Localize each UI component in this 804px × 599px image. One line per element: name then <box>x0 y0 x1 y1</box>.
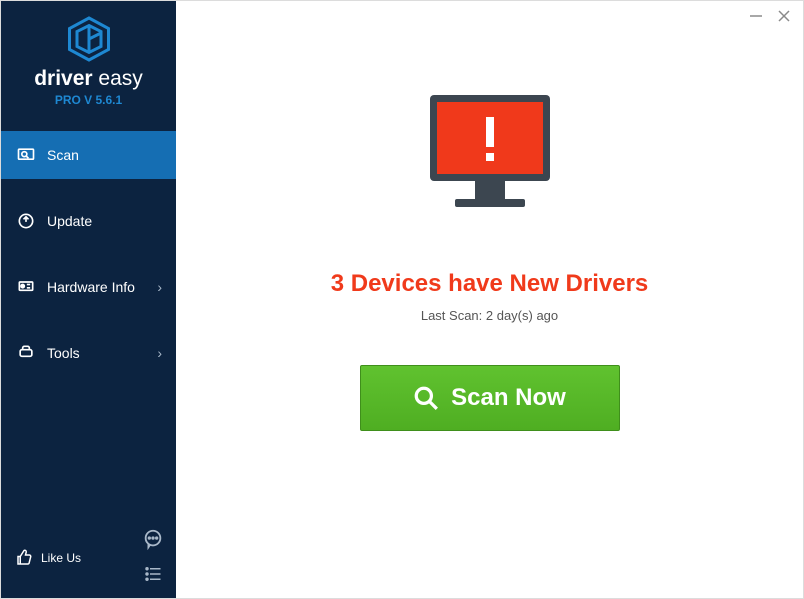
status-headline: 3 Devices have New Drivers <box>331 270 649 298</box>
sidebar-item-scan[interactable]: Scan <box>1 131 176 179</box>
hardware-info-icon <box>15 277 37 297</box>
window-controls <box>749 9 791 28</box>
sidebar-item-update[interactable]: Update <box>1 197 176 245</box>
sidebar-item-label: Scan <box>47 147 79 163</box>
logo-icon <box>65 15 113 63</box>
feedback-icon[interactable] <box>142 528 164 555</box>
sidebar-item-label: Tools <box>47 345 80 361</box>
nav: Scan Update Hardware Info › <box>1 131 176 518</box>
sidebar: driver easy PRO V 5.6.1 Scan Update <box>1 1 176 598</box>
update-icon <box>15 211 37 231</box>
like-us-label: Like Us <box>41 551 81 565</box>
scan-now-label: Scan Now <box>451 384 566 412</box>
close-button[interactable] <box>777 9 791 28</box>
scan-icon <box>15 145 37 165</box>
tools-icon <box>15 343 37 363</box>
alert-monitor-icon <box>415 87 565 232</box>
like-us-button[interactable]: Like Us <box>13 549 81 567</box>
sidebar-item-hardware[interactable]: Hardware Info › <box>1 263 176 311</box>
logo-area: driver easy PRO V 5.6.1 <box>1 1 176 117</box>
thumbs-up-icon <box>13 549 35 567</box>
menu-icon[interactable] <box>142 565 164 588</box>
sidebar-item-tools[interactable]: Tools › <box>1 329 176 377</box>
sidebar-footer: Like Us <box>1 518 176 598</box>
version-label: PRO V 5.6.1 <box>1 93 176 107</box>
last-scan-label: Last Scan: 2 day(s) ago <box>421 308 558 323</box>
search-icon <box>413 385 439 411</box>
minimize-button[interactable] <box>749 9 763 28</box>
main-area: 3 Devices have New Drivers Last Scan: 2 … <box>176 1 803 598</box>
chevron-right-icon: › <box>157 279 162 295</box>
sidebar-item-label: Hardware Info <box>47 279 135 295</box>
brand-name: driver easy <box>1 67 176 91</box>
chevron-right-icon: › <box>157 345 162 361</box>
scan-now-button[interactable]: Scan Now <box>360 365 620 431</box>
sidebar-item-label: Update <box>47 213 92 229</box>
